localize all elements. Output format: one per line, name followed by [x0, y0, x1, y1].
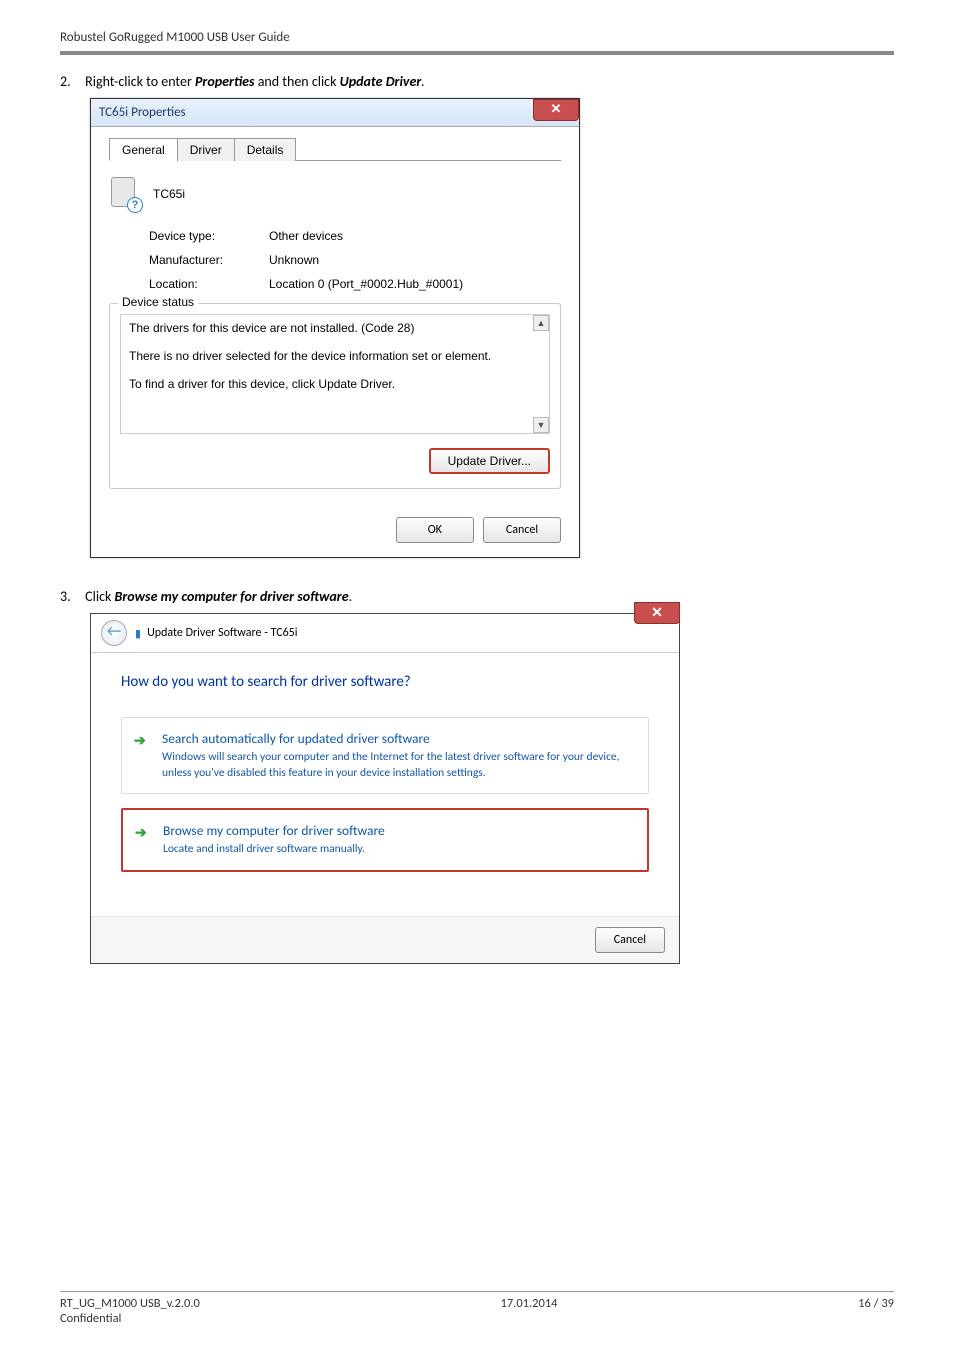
wizard-glyph-icon: ▮	[135, 627, 141, 640]
location-value: Location 0 (Port_#0002.Hub_#0001)	[269, 277, 463, 291]
arrow-right-icon: ➔	[134, 732, 146, 749]
scroll-up-icon[interactable]: ▲	[533, 315, 549, 331]
wizard-breadcrumb: Update Driver Software - TC65i	[147, 626, 297, 640]
manufacturer-value: Unknown	[269, 253, 319, 267]
arrow-right-icon: ➔	[135, 824, 147, 841]
ok-button[interactable]: OK	[396, 517, 474, 543]
step-3-num: 3.	[60, 588, 82, 605]
option2-title: Browse my computer for driver software	[163, 822, 631, 839]
cancel-button[interactable]: Cancel	[483, 517, 561, 543]
page-header: Robustel GoRugged M1000 USB User Guide	[60, 30, 894, 55]
step-3-text: 3. Click Browse my computer for driver s…	[60, 588, 894, 605]
footer-confidential: Confidential	[60, 1311, 200, 1326]
footer-date: 17.01.2014	[501, 1296, 558, 1326]
status-line-1: The drivers for this device are not inst…	[129, 321, 541, 335]
tab-driver[interactable]: Driver	[177, 138, 235, 161]
footer-page: 16 / 39	[858, 1296, 894, 1326]
status-line-3: To find a driver for this device, click …	[129, 377, 541, 391]
option1-title: Search automatically for updated driver …	[162, 730, 632, 747]
wizard-cancel-button[interactable]: Cancel	[595, 927, 665, 953]
back-button-icon[interactable]: ←	[101, 620, 127, 646]
tab-details[interactable]: Details	[234, 138, 297, 161]
update-driver-button[interactable]: Update Driver...	[429, 448, 550, 474]
properties-dialog: TC65i Properties ✕ General Driver Detail…	[90, 98, 580, 558]
device-status-textbox[interactable]: The drivers for this device are not inst…	[120, 314, 550, 434]
close-icon[interactable]: ✕	[533, 99, 579, 121]
device-icon: ?	[109, 175, 143, 213]
close-icon[interactable]: ✕	[634, 602, 680, 624]
dialog-titlebar: TC65i Properties ✕	[91, 99, 579, 127]
step-2-num: 2.	[60, 73, 82, 90]
scroll-down-icon[interactable]: ▼	[533, 417, 549, 433]
wizard-header: ← ▮ Update Driver Software - TC65i	[91, 614, 679, 653]
wizard-heading: How do you want to search for driver sof…	[121, 673, 649, 691]
option2-desc: Locate and install driver software manua…	[163, 842, 631, 858]
option1-desc: Windows will search your computer and th…	[162, 750, 632, 781]
page-footer: RT_UG_M1000 USB_v.2.0.0 Confidential 17.…	[60, 1291, 894, 1326]
update-driver-wizard: ✕ ← ▮ Update Driver Software - TC65i How…	[90, 613, 680, 964]
device-type-value: Other devices	[269, 229, 343, 243]
manufacturer-label: Manufacturer:	[149, 253, 269, 267]
option-browse-computer[interactable]: ➔ Browse my computer for driver software…	[121, 808, 649, 872]
device-status-group: Device status The drivers for this devic…	[109, 303, 561, 489]
dialog-title: TC65i Properties	[99, 105, 186, 120]
tab-strip: General Driver Details	[109, 137, 561, 161]
status-line-2: There is no driver selected for the devi…	[129, 349, 541, 363]
device-type-label: Device type:	[149, 229, 269, 243]
option-search-automatically[interactable]: ➔ Search automatically for updated drive…	[121, 717, 649, 794]
tab-general[interactable]: General	[109, 138, 178, 161]
step-2-text: 2. Right-click to enter Properties and t…	[60, 73, 894, 90]
location-label: Location:	[149, 277, 269, 291]
device-name: TC65i	[153, 187, 185, 201]
footer-doc: RT_UG_M1000 USB_v.2.0.0	[60, 1296, 200, 1311]
device-status-title: Device status	[118, 295, 198, 309]
